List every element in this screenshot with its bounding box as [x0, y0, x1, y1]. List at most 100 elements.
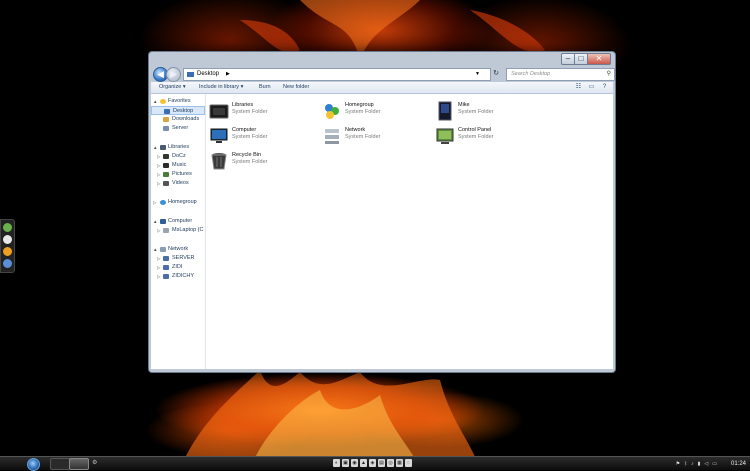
preview-pane-icon[interactable]: ▭: [587, 83, 596, 91]
explorer-window[interactable]: – □ ✕ ◀ ▶ Desktop ▶ ▼ ↻ Search Desktop ⚲…: [148, 51, 616, 373]
nav-item-favorites[interactable]: ▲ Favorites: [151, 97, 205, 106]
homegroup-icon: [160, 200, 166, 205]
nav-item-videos[interactable]: ▷ Videos: [151, 179, 205, 188]
view-controls: ☷ ▭ ?: [574, 83, 609, 91]
file-item-recycle-bin[interactable]: Recycle Bin System Folder: [209, 150, 317, 172]
dock-item-8-icon[interactable]: ▦: [396, 459, 403, 467]
help-icon[interactable]: ?: [600, 83, 609, 91]
expand-arrow-icon[interactable]: ▷: [157, 263, 160, 272]
organize-button[interactable]: Organize ▾: [159, 82, 186, 93]
nav-item-zidi[interactable]: ▷ ZIDI: [151, 263, 205, 272]
command-bar: Organize ▾ Include in library ▾ Burn New…: [151, 82, 613, 94]
refresh-icon[interactable]: ↻: [491, 68, 501, 79]
file-item-mike[interactable]: Mike System Folder: [435, 100, 543, 122]
address-dropdown-icon[interactable]: ▼: [475, 69, 480, 80]
pictures-icon: [163, 172, 169, 177]
recycle-bin-icon: [211, 153, 227, 170]
new-folder-button[interactable]: New folder: [283, 82, 309, 93]
nav-item-server[interactable]: Server: [151, 124, 205, 133]
dock-item-5-icon[interactable]: ◈: [369, 459, 376, 467]
include-in-library-button[interactable]: Include in library ▾: [199, 82, 243, 93]
tray-speaker-icon[interactable]: ♪: [691, 461, 694, 467]
nav-item-mslaptop[interactable]: ▷ MsLaptop (C: [151, 226, 205, 235]
dock-item-4-icon[interactable]: ▲: [360, 459, 367, 467]
maximize-button[interactable]: □: [575, 53, 588, 65]
tray-battery-icon[interactable]: ▭: [712, 461, 717, 467]
network-computer-icon: [163, 274, 169, 279]
tray-network-icon[interactable]: ▮: [698, 461, 701, 467]
nav-item-libraries[interactable]: ▲ Libraries: [151, 143, 205, 152]
gadget-play-icon[interactable]: [3, 259, 12, 268]
change-view-icon[interactable]: ☷: [574, 83, 583, 91]
address-text[interactable]: Desktop: [197, 69, 219, 80]
minimize-button[interactable]: –: [561, 53, 575, 65]
forward-arrow-icon[interactable]: ▶: [166, 67, 181, 82]
expand-arrow-icon[interactable]: ▷: [157, 179, 160, 188]
start-button[interactable]: [27, 458, 40, 471]
expand-arrow-icon[interactable]: ▲: [153, 217, 157, 226]
computer-icon: [210, 128, 228, 143]
file-item-libraries[interactable]: Libraries System Folder: [209, 100, 317, 122]
tray-volume-icon[interactable]: ◁: [704, 461, 708, 467]
gadget-green-icon[interactable]: [3, 223, 12, 232]
expand-arrow-icon[interactable]: ▲: [153, 245, 157, 254]
sidebar-gadget-bar[interactable]: [0, 219, 15, 273]
nav-item-homegroup[interactable]: ▷ Homegroup: [151, 198, 205, 207]
nav-item-pictures[interactable]: ▷ Pictures: [151, 170, 205, 179]
file-type: System Folder: [232, 134, 268, 140]
taskbar-explorer-button[interactable]: [69, 458, 89, 470]
nav-item-docz[interactable]: ▷ DoCz: [151, 152, 205, 161]
desktop-location-icon: [187, 72, 194, 77]
nav-item-desktop[interactable]: Desktop: [151, 106, 205, 115]
expand-arrow-icon[interactable]: ▷: [157, 272, 160, 281]
expand-arrow-icon[interactable]: ▲: [153, 143, 157, 152]
dock-bar: ◐ ▣ ◉ ▲ ◈ ▤ ◎ ▦ ◌: [333, 459, 412, 467]
gadget-orange-icon[interactable]: [3, 247, 12, 256]
tray-bluetooth-icon[interactable]: ᛒ: [684, 461, 687, 467]
search-icon[interactable]: ⚲: [607, 69, 611, 80]
file-item-network[interactable]: Network System Folder: [322, 125, 430, 147]
dock-item-7-icon[interactable]: ◎: [387, 459, 394, 467]
breadcrumb-arrow-icon[interactable]: ▶: [226, 69, 230, 80]
dock-item-2-icon[interactable]: ▣: [342, 459, 349, 467]
gadget-white-icon[interactable]: [3, 235, 12, 244]
search-input[interactable]: Search Desktop ⚲: [506, 68, 615, 81]
expand-arrow-icon[interactable]: ▷: [157, 254, 160, 263]
nav-item-computer[interactable]: ▲ Computer: [151, 217, 205, 226]
dock-item-1-icon[interactable]: ◐: [333, 459, 340, 467]
burn-button[interactable]: Burn: [259, 82, 271, 93]
expand-arrow-icon[interactable]: ▷: [153, 198, 156, 207]
server-icon: [163, 126, 169, 131]
nav-item-server-network[interactable]: ▷ SERVER: [151, 254, 205, 263]
title-bar[interactable]: – □ ✕: [149, 52, 615, 66]
expand-arrow-icon[interactable]: ▷: [157, 170, 160, 179]
address-bar[interactable]: Desktop ▶ ▼: [183, 68, 491, 81]
close-button[interactable]: ✕: [588, 53, 611, 65]
expand-arrow-icon[interactable]: ▲: [153, 97, 157, 106]
file-item-homegroup[interactable]: Homegroup System Folder: [322, 100, 430, 122]
nav-item-downloads[interactable]: Downloads: [151, 115, 205, 124]
expand-arrow-icon[interactable]: ▷: [157, 152, 160, 161]
nav-item-zidichy[interactable]: ▷ ZIDICHY: [151, 272, 205, 281]
nav-item-network[interactable]: ▲ Network: [151, 245, 205, 254]
expand-arrow-icon[interactable]: ▷: [157, 161, 160, 170]
file-type: System Folder: [458, 134, 494, 140]
dock-item-6-icon[interactable]: ▤: [378, 459, 385, 467]
clock[interactable]: 01:24: [731, 461, 746, 467]
nav-item-label: ZIDICHY: [172, 273, 194, 279]
dock-item-3-icon[interactable]: ◉: [351, 459, 358, 467]
file-type: System Folder: [345, 109, 381, 115]
music-icon: [163, 163, 169, 168]
navigation-bar: ◀ ▶ Desktop ▶ ▼ ↻ Search Desktop ⚲: [151, 65, 615, 83]
taskbar-small-icon[interactable]: ⚙: [92, 458, 100, 468]
file-name: Libraries: [232, 102, 254, 108]
file-item-control-panel[interactable]: Control Panel System Folder: [435, 125, 543, 147]
drive-icon: [163, 228, 169, 233]
expand-arrow-icon[interactable]: ▷: [157, 226, 160, 235]
file-item-computer[interactable]: Computer System Folder: [209, 125, 317, 147]
control-panel-icon: [436, 128, 454, 144]
dock-item-9-icon[interactable]: ◌: [405, 459, 412, 467]
tray-flag-icon[interactable]: ⚑: [676, 461, 680, 467]
taskbar-app-button[interactable]: [50, 458, 70, 470]
nav-item-music[interactable]: ▷ Music: [151, 161, 205, 170]
